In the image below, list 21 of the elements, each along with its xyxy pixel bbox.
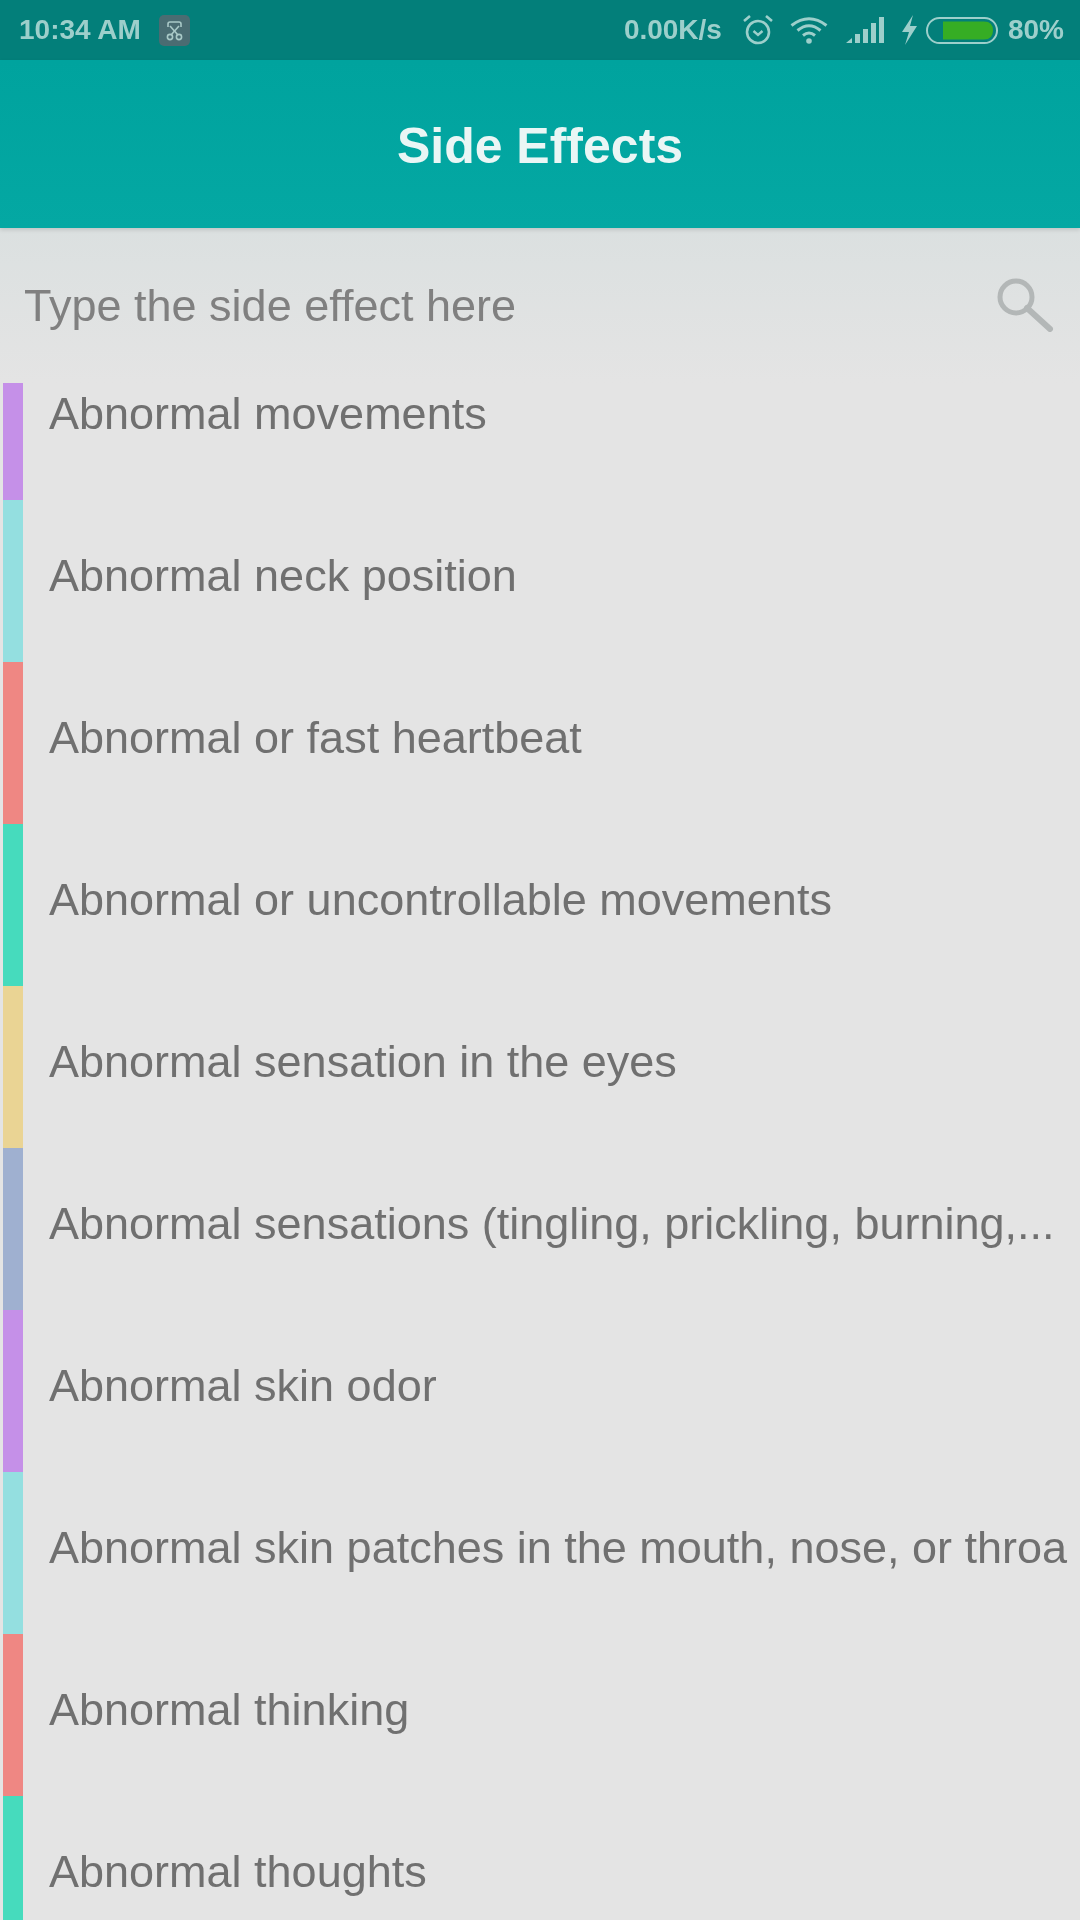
signal-bars-icon [845, 17, 884, 43]
charging-bolt-icon [900, 15, 918, 45]
side-effect-item[interactable]: Abnormal sensations (tingling, prickling, burning,... [49, 1198, 1055, 1250]
side-effect-item[interactable]: Abnormal thoughts [49, 1846, 427, 1898]
side-effect-item[interactable]: Abnormal skin patches in the mouth, nose, or throa [49, 1522, 1068, 1574]
side-effect-item[interactable]: Abnormal sensation in the eyes [49, 1036, 677, 1088]
side-effect-item[interactable]: Abnormal or uncontrollable movements [49, 874, 832, 926]
wifi-icon [789, 16, 828, 44]
alarm-clock-icon [741, 14, 774, 46]
side-effect-item[interactable]: Abnormal thinking [49, 1684, 410, 1736]
side-effect-item[interactable]: Abnormal or fast heartbeat [49, 712, 582, 764]
screen-title: Side Effects [396, 117, 684, 175]
scissors-icon [158, 14, 190, 46]
battery-percent: 80% [1007, 14, 1064, 46]
side-effect-item[interactable]: Abnormal skin odor [49, 1360, 437, 1412]
network-speed: 0.00K/s [623, 14, 722, 46]
status-time: 10:34 AM [19, 14, 141, 46]
side-effect-item[interactable]: Abnormal neck position [49, 550, 517, 602]
search-input[interactable]: Type the side effect here [24, 279, 994, 332]
battery-icon [925, 16, 998, 44]
side-effect-item[interactable]: Abnormal movements [49, 388, 487, 440]
